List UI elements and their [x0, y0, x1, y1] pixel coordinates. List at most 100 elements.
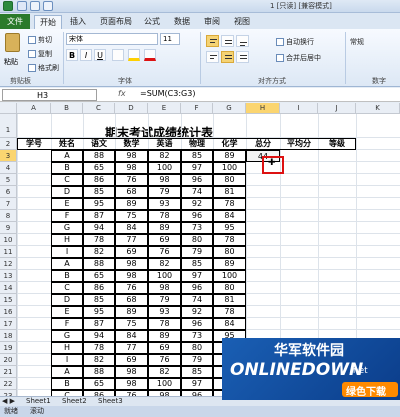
table-cell[interactable]: 68	[115, 186, 148, 198]
table-cell[interactable]: 78	[83, 234, 115, 246]
column-header[interactable]: D	[115, 103, 148, 114]
table-cell[interactable]: 76	[148, 354, 181, 366]
table-cell[interactable]: 89	[148, 222, 181, 234]
table-cell[interactable]: 95	[83, 198, 115, 210]
tab-insert[interactable]: 插入	[66, 15, 90, 29]
italic-button[interactable]: I	[80, 49, 92, 61]
bold-button[interactable]: B	[66, 49, 78, 61]
table-cell[interactable]: 89	[148, 330, 181, 342]
table-cell[interactable]: A	[51, 258, 83, 270]
undo-icon[interactable]	[30, 1, 40, 11]
row-header[interactable]: 6	[0, 186, 17, 198]
table-cell[interactable]: 89	[213, 258, 246, 270]
table-cell[interactable]: 96	[181, 210, 213, 222]
tab-view[interactable]: 视图	[230, 15, 254, 29]
table-cell[interactable]: H	[51, 234, 83, 246]
table-cell[interactable]: E	[51, 198, 83, 210]
table-cell[interactable]: 96	[181, 174, 213, 186]
tab-file[interactable]: 文件	[0, 14, 30, 29]
tab-home[interactable]: 开始	[34, 15, 62, 29]
table-cell[interactable]: 69	[148, 234, 181, 246]
table-cell[interactable]: 76	[115, 282, 148, 294]
tab-formulas[interactable]: 公式	[140, 15, 164, 29]
row-header[interactable]: 5	[0, 174, 17, 186]
row-header[interactable]: 13	[0, 270, 17, 282]
table-cell[interactable]: 78	[83, 342, 115, 354]
table-cell[interactable]: 78	[213, 234, 246, 246]
row-header[interactable]: 8	[0, 210, 17, 222]
table-cell[interactable]: I	[51, 354, 83, 366]
table-cell[interactable]: 94	[83, 222, 115, 234]
column-header[interactable]: A	[17, 103, 51, 114]
table-cell[interactable]: 98	[148, 174, 181, 186]
align-left-button[interactable]	[206, 51, 219, 63]
font-size-select[interactable]: 11	[160, 33, 180, 45]
table-cell[interactable]: 93	[148, 306, 181, 318]
sheet-tab-2[interactable]: Sheet2	[62, 397, 87, 406]
table-cell[interactable]: 75	[115, 318, 148, 330]
table-cell[interactable]: 85	[181, 258, 213, 270]
row-header[interactable]: 10	[0, 234, 17, 246]
table-cell[interactable]: 82	[83, 354, 115, 366]
table-cell[interactable]: 79	[181, 246, 213, 258]
table-cell[interactable]: 89	[115, 306, 148, 318]
table-cell[interactable]: 69	[115, 246, 148, 258]
font-name-select[interactable]: 宋体	[66, 33, 158, 45]
table-cell[interactable]: 85	[83, 294, 115, 306]
table-cell[interactable]: B	[51, 378, 83, 390]
save-icon[interactable]	[17, 1, 27, 11]
table-cell[interactable]: B	[51, 270, 83, 282]
table-cell[interactable]: 75	[115, 210, 148, 222]
table-cell[interactable]: 74	[181, 294, 213, 306]
copy-button[interactable]: 复制	[28, 49, 52, 59]
column-header[interactable]: F	[181, 103, 213, 114]
tab-data[interactable]: 数据	[170, 15, 194, 29]
table-cell[interactable]: 84	[115, 330, 148, 342]
table-cell[interactable]: 98	[115, 378, 148, 390]
table-cell[interactable]: 95	[213, 222, 246, 234]
table-cell[interactable]: 68	[115, 294, 148, 306]
table-cell[interactable]: 87	[83, 318, 115, 330]
table-cell[interactable]: 98	[115, 150, 148, 162]
table-cell[interactable]: 100	[213, 270, 246, 282]
row-header[interactable]: 2	[0, 138, 17, 150]
row-header[interactable]: 1	[0, 114, 17, 138]
column-header[interactable]: K	[356, 103, 400, 114]
row-header[interactable]: 12	[0, 258, 17, 270]
table-cell[interactable]: 88	[83, 258, 115, 270]
table-cell[interactable]: 82	[148, 150, 181, 162]
table-cell[interactable]: E	[51, 306, 83, 318]
row-header[interactable]: 20	[0, 354, 17, 366]
table-cell[interactable]: 80	[181, 342, 213, 354]
column-header[interactable]: B	[51, 103, 83, 114]
table-cell[interactable]: 98	[115, 162, 148, 174]
table-cell[interactable]: 89	[213, 150, 246, 162]
table-cell[interactable]: 100	[148, 162, 181, 174]
table-cell[interactable]: 86	[83, 282, 115, 294]
table-cell[interactable]: 100	[148, 378, 181, 390]
table-cell[interactable]: 69	[115, 354, 148, 366]
table-cell[interactable]: 76	[148, 246, 181, 258]
row-header[interactable]: 15	[0, 294, 17, 306]
table-cell[interactable]: 78	[148, 318, 181, 330]
fill-color-icon[interactable]	[128, 49, 140, 61]
paste-button[interactable]: 粘贴	[4, 33, 22, 71]
table-cell[interactable]: 94	[83, 330, 115, 342]
table-cell[interactable]: 100	[213, 162, 246, 174]
table-cell[interactable]: 97	[181, 378, 213, 390]
row-header[interactable]: 19	[0, 342, 17, 354]
table-cell[interactable]: F	[51, 318, 83, 330]
fx-icon[interactable]: fx	[118, 89, 126, 98]
table-cell[interactable]: 69	[148, 342, 181, 354]
table-cell[interactable]: 65	[83, 378, 115, 390]
table-cell[interactable]: 92	[181, 198, 213, 210]
table-cell[interactable]: A	[51, 150, 83, 162]
row-header[interactable]: 4	[0, 162, 17, 174]
table-cell[interactable]: C	[51, 282, 83, 294]
table-cell[interactable]: G	[51, 222, 83, 234]
row-header[interactable]: 21	[0, 366, 17, 378]
table-cell[interactable]: 98	[115, 258, 148, 270]
table-cell[interactable]: 73	[181, 330, 213, 342]
table-cell[interactable]: 95	[83, 306, 115, 318]
excel-app-icon[interactable]	[3, 1, 13, 11]
